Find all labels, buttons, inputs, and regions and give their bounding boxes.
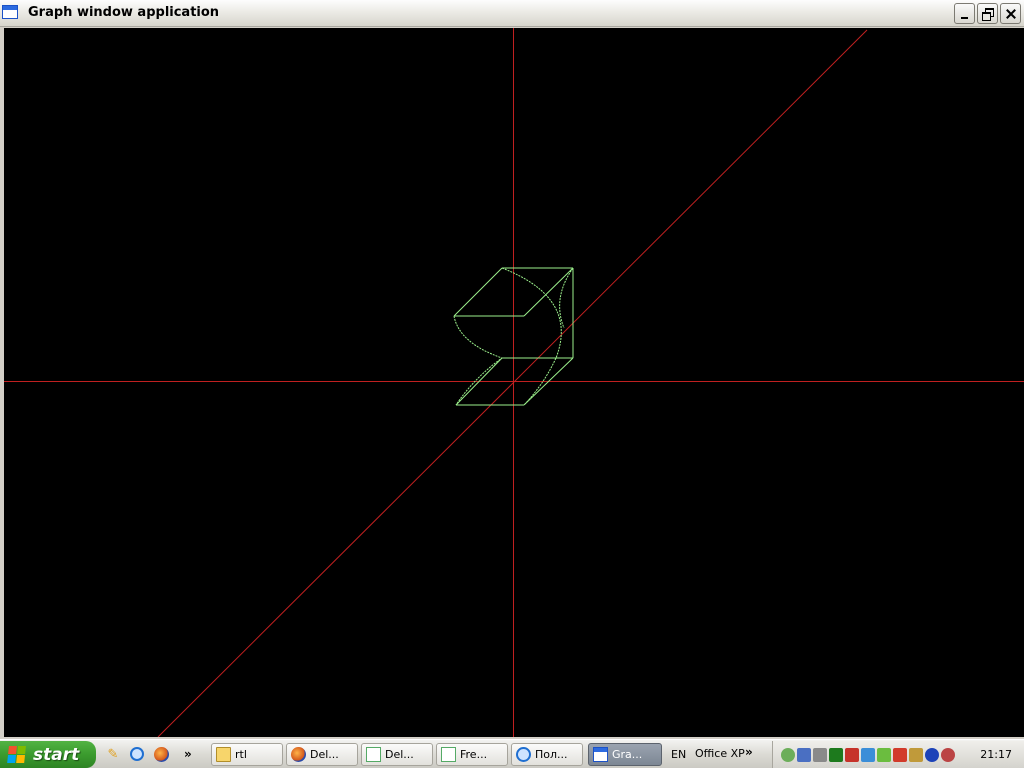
- taskbar-button-label: Del...: [310, 748, 339, 761]
- shape-curve: [453, 315, 504, 406]
- internet-explorer-icon[interactable]: [128, 745, 146, 763]
- green-arrow-icon[interactable]: [877, 747, 891, 762]
- taskbar-button-graph-active[interactable]: Gra...: [588, 743, 662, 766]
- graph-canvas[interactable]: [4, 28, 1024, 737]
- window-icon: [593, 747, 608, 762]
- firefox-icon[interactable]: [152, 745, 170, 763]
- minimize-icon: [961, 16, 968, 19]
- blue-circle-icon[interactable]: [925, 747, 939, 762]
- taskbar-button-rtl[interactable]: rtl: [211, 743, 283, 766]
- pencil-icon[interactable]: ✎: [104, 745, 122, 763]
- shape-edge: [453, 267, 503, 317]
- shape-edge: [523, 267, 574, 317]
- red-gear-icon[interactable]: [941, 747, 955, 762]
- clock[interactable]: 21:17: [980, 748, 1012, 761]
- tool-icon[interactable]: [909, 747, 923, 762]
- display-icon[interactable]: [797, 747, 811, 762]
- minimize-button[interactable]: [954, 3, 975, 24]
- window-title: Graph window application: [28, 5, 220, 20]
- red-arrow-icon[interactable]: [893, 747, 907, 762]
- close-icon: [1006, 9, 1016, 19]
- document-icon: [366, 747, 381, 762]
- windows-logo-icon: [7, 745, 27, 764]
- blue-network-icon[interactable]: [861, 747, 875, 762]
- office-xp-toolbar[interactable]: Office XP: [695, 747, 745, 760]
- window-client-area: [0, 27, 1024, 739]
- graph-drawing: [4, 28, 1024, 737]
- firefox-icon: [291, 747, 306, 762]
- restore-icon: [982, 8, 994, 21]
- network-icon[interactable]: [781, 747, 795, 762]
- shape-curve: [559, 267, 574, 329]
- system-tray: 21:17: [772, 741, 1024, 768]
- restore-button[interactable]: [977, 3, 998, 24]
- window-title-bar[interactable]: Graph window application: [0, 0, 1024, 27]
- document-icon: [441, 747, 456, 762]
- application-window-icon[interactable]: [2, 5, 18, 19]
- start-label: start: [33, 744, 80, 765]
- printer-icon[interactable]: [813, 747, 827, 762]
- toolbar-more-button[interactable]: »: [745, 745, 753, 759]
- taskbar-button-free[interactable]: Fre...: [436, 743, 508, 766]
- close-button[interactable]: [1000, 3, 1021, 24]
- internet-explorer-icon: [516, 747, 531, 762]
- taskbar: start ✎ » rtl Del... Del... Fre... Пол..…: [0, 739, 1024, 768]
- folder-icon: [216, 747, 231, 762]
- taskbar-button-pol[interactable]: Пол...: [511, 743, 583, 766]
- language-indicator[interactable]: EN: [671, 748, 686, 761]
- red-pen-icon[interactable]: [845, 747, 859, 762]
- taskbar-button-delphi[interactable]: Del...: [361, 743, 433, 766]
- taskbar-button-label: Fre...: [460, 748, 488, 761]
- quick-launch-bar: ✎ »: [104, 743, 208, 765]
- taskbar-button-label: Пол...: [535, 748, 568, 761]
- taskbar-button-delphi-firefox[interactable]: Del...: [286, 743, 358, 766]
- quick-launch-more-button[interactable]: »: [184, 747, 192, 761]
- taskbar-button-label: Del...: [385, 748, 414, 761]
- taskbar-button-label: rtl: [235, 748, 247, 761]
- taskbar-button-label: Gra...: [612, 748, 643, 761]
- start-button[interactable]: start: [0, 741, 96, 768]
- diagonal-axis: [157, 29, 868, 737]
- green-square-icon[interactable]: [829, 747, 843, 762]
